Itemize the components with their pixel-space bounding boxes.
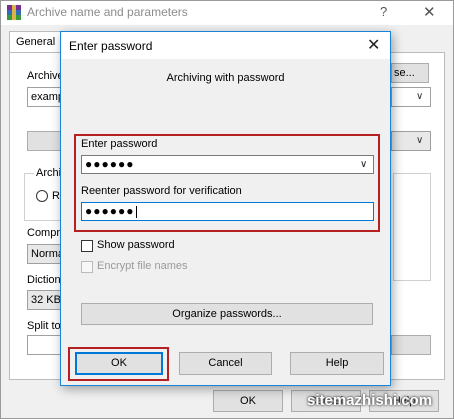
winrar-icon <box>7 5 21 20</box>
tab-general[interactable]: General <box>9 31 61 53</box>
enter-password-title: Enter password <box>69 39 153 53</box>
reenter-password-input[interactable]: ●●●●●● <box>81 202 374 221</box>
archive-name-dropdown[interactable]: ∨ <box>391 87 431 107</box>
archive-name-label: Archive <box>27 70 64 82</box>
reenter-password-value: ●●●●●● <box>85 204 135 218</box>
rar-format-radio[interactable] <box>36 190 48 202</box>
enter-password-dialog: Enter password ✕ Archiving with password… <box>60 31 391 386</box>
reenter-password-label: Reenter password for verification <box>81 185 242 197</box>
encrypt-filenames-label: Encrypt file names <box>97 260 188 272</box>
archive-ok-button[interactable]: OK <box>213 390 283 412</box>
password-input[interactable]: ●●●●●● ∨ <box>81 155 374 174</box>
enter-password-label: Enter password <box>81 138 158 150</box>
archiving-with-password-heading: Archiving with password <box>166 72 285 84</box>
ok-button[interactable]: OK <box>75 352 163 375</box>
help-icon[interactable]: ? <box>380 4 387 19</box>
show-password-label: Show password <box>97 239 175 251</box>
chevron-down-icon: ∨ <box>416 91 424 102</box>
archive-parameters-title: Archive name and parameters <box>27 5 188 19</box>
chevron-down-icon: ∨ <box>416 135 424 146</box>
set-password-button[interactable] <box>391 335 431 355</box>
watermark-text: sitemazhishi.com <box>307 392 433 409</box>
show-password-checkbox[interactable] <box>81 240 93 252</box>
browse-button[interactable]: se... <box>391 63 429 83</box>
help-button[interactable]: Help <box>290 352 384 375</box>
split-volumes-label: Split to <box>27 320 61 332</box>
organize-passwords-button[interactable]: Organize passwords... <box>81 303 373 325</box>
close-icon[interactable]: ✕ <box>367 35 380 55</box>
chevron-down-icon[interactable]: ∨ <box>360 159 368 170</box>
close-icon[interactable]: ✕ <box>423 3 436 21</box>
encrypt-filenames-checkbox <box>81 261 93 273</box>
cancel-button[interactable]: Cancel <box>179 352 272 375</box>
text-caret <box>135 205 137 218</box>
archive-parameters-titlebar: Archive name and parameters ? ✕ <box>1 1 453 25</box>
password-value: ●●●●●● <box>85 157 135 171</box>
update-mode-dropdown[interactable]: ∨ <box>391 131 431 151</box>
enter-password-titlebar: Enter password ✕ <box>61 32 390 59</box>
archiving-options-group <box>393 173 431 281</box>
